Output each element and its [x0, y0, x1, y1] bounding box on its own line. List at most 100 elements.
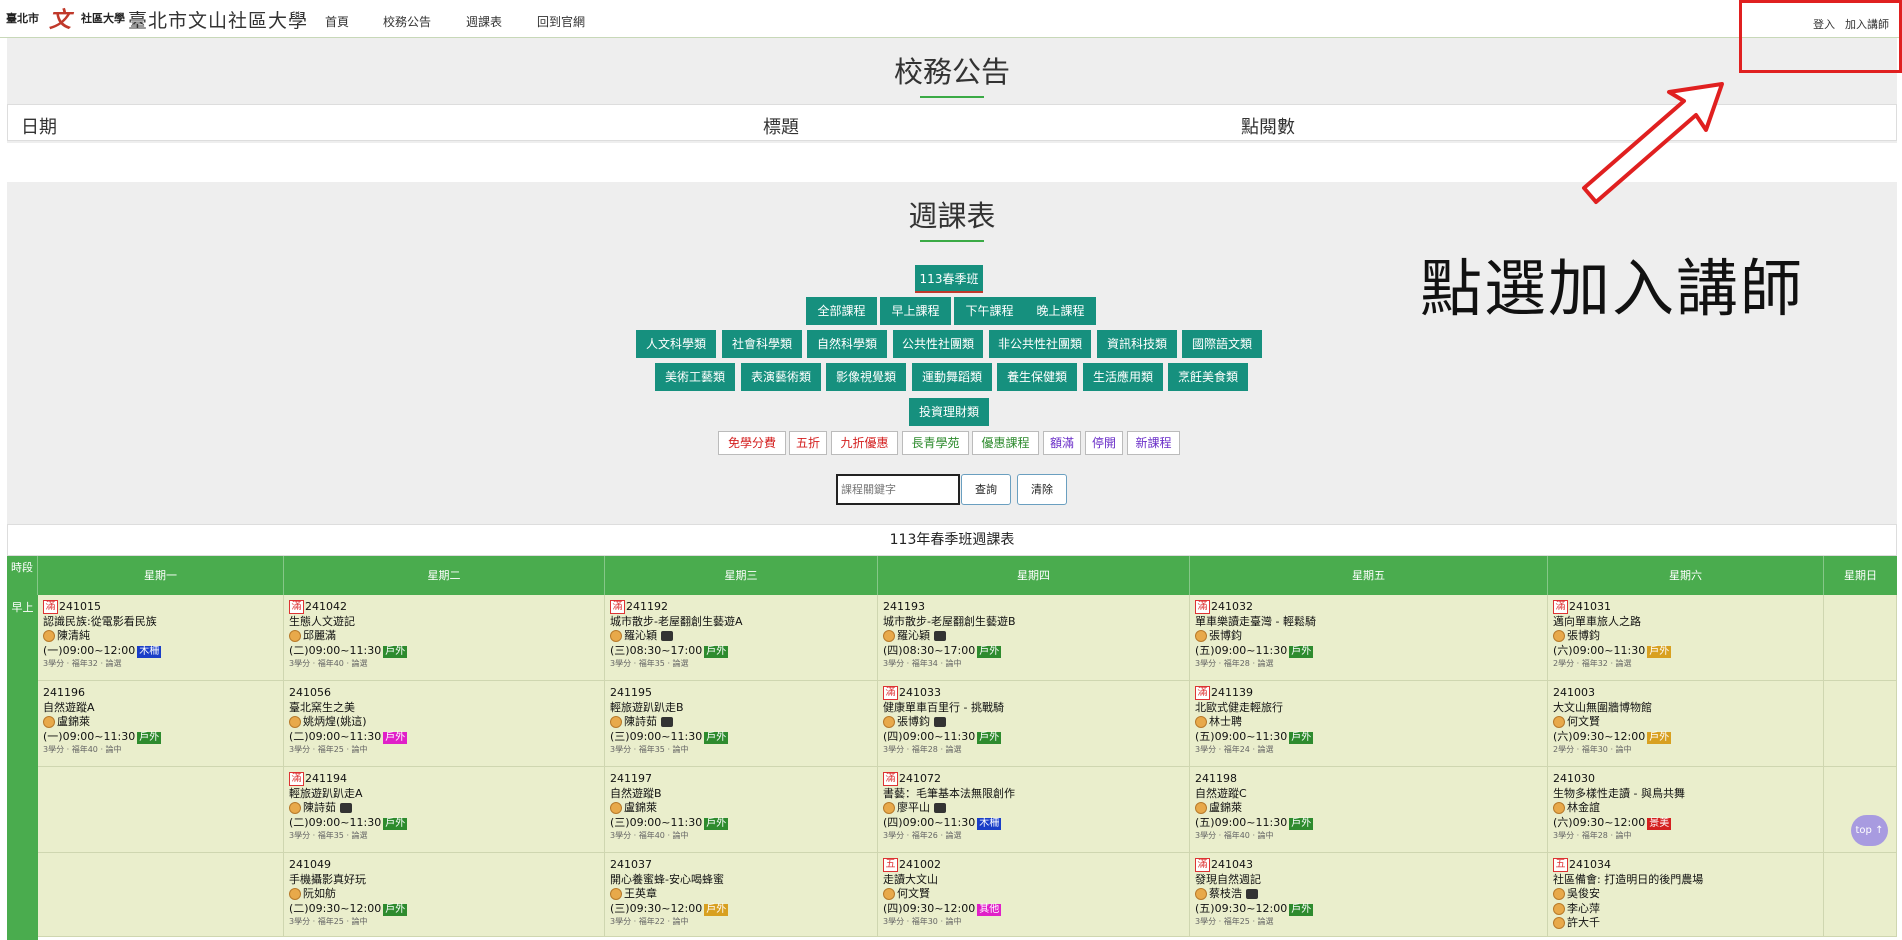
course-name[interactable]: 社區備會: 打造明日的後門農場	[1553, 873, 1823, 888]
nav-weekly-schedule[interactable]: 週課表	[466, 13, 502, 30]
course-name[interactable]: 書藝：毛筆基本法無限創作	[883, 787, 1189, 802]
course-name[interactable]: 大文山無圍牆博物館	[1553, 701, 1823, 716]
course-cell[interactable]: 241030 生物多樣性走讀 - 與鳥共舞 林金誼 (六)09:30~12:00 景美 3…	[1548, 767, 1824, 853]
tag-discount[interactable]: 優惠課程	[972, 431, 1039, 455]
location-badge: 戶外	[1647, 731, 1672, 744]
course-name[interactable]: 自然遊蹤A	[43, 701, 283, 716]
time-morning-button[interactable]: 早上課程	[880, 297, 951, 325]
season-button[interactable]: 113春季班	[915, 265, 983, 293]
course-cell[interactable]: 滿 241192 城市散步-老屋翻創生藝遊A 羅沁穎 (三)08:30~17:00 戶外 3…	[605, 595, 878, 681]
tag-senior[interactable]: 長青學苑	[902, 431, 969, 455]
course-cell[interactable]: 五 241002 走讀大文山 何文賢 (四)09:30~12:00 其他 3學分 · 福年3…	[878, 853, 1190, 937]
course-cell[interactable]: 五 241034 社區備會: 打造明日的後門農場 吳俊安 李心萍 許大千	[1548, 853, 1824, 937]
tag-free-credit[interactable]: 免學分費	[718, 431, 786, 455]
course-time: (六)09:30~12:00 景美	[1553, 816, 1823, 831]
course-name[interactable]: 生態人文遊記	[289, 615, 604, 630]
course-cell[interactable]: 滿 241139 北歐式健走輕旅行 林士聘 (五)09:00~11:30 戶外 3學分 · …	[1190, 681, 1548, 767]
video-icon	[340, 803, 352, 814]
time-all-button[interactable]: 全部課程	[806, 297, 877, 325]
course-name[interactable]: 認識民族:從電影看民族	[43, 615, 283, 630]
tag-half-price[interactable]: 五折	[789, 431, 827, 455]
course-cell[interactable]: 241196 自然遊蹤A 盧錦萊 (一)09:00~11:30 戶外 3學分 · 福年40…	[38, 681, 284, 767]
teacher-name: 張博鈞	[897, 715, 930, 728]
category-nonpublic-club[interactable]: 非公共性社團類	[989, 330, 1091, 358]
logo-mark-icon: 文	[48, 7, 71, 33]
course-time: (三)09:00~11:30 戶外	[610, 730, 877, 745]
course-cell[interactable]: 241197 自然遊蹤B 盧錦萊 (三)09:00~11:30 戶外 3學分 · 福年40…	[605, 767, 878, 853]
course-name[interactable]: 城市散步-老屋翻創生藝遊A	[610, 615, 877, 630]
course-cell[interactable]: 滿 241015 認識民族:從電影看民族 陳清純 (一)09:00~12:00 木柵 3學分…	[38, 595, 284, 681]
course-name[interactable]: 輕旅遊趴趴走A	[289, 787, 604, 802]
teacher-line: 阮如舫	[289, 887, 604, 902]
course-name[interactable]: 發現自然週記	[1195, 873, 1547, 888]
category-finance[interactable]: 投資理財類	[909, 398, 989, 426]
course-cell[interactable]: 滿 241031 邁向單車旅人之路 張博鈞 (六)09:00~11:30 戶外 2學分 · …	[1548, 595, 1824, 681]
course-meta: 3學分 · 福年35 · 論選	[289, 831, 368, 840]
category-sport-dance[interactable]: 運動舞蹈類	[912, 363, 992, 391]
nav-home[interactable]: 首頁	[325, 13, 349, 30]
search-input[interactable]	[836, 474, 960, 505]
course-name[interactable]: 開心養蜜蜂-安心喝蜂蜜	[610, 873, 877, 888]
clear-button[interactable]: 清除	[1017, 474, 1067, 505]
course-time: (五)09:00~11:30 戶外	[1195, 816, 1547, 831]
course-cell[interactable]: 滿 241072 書藝：毛筆基本法無限創作 廖平山 (四)09:00~11:30 木柵 3學…	[878, 767, 1190, 853]
back-to-top-button[interactable]: top ↑	[1851, 815, 1888, 846]
course-time: (三)09:30~12:00 戶外	[610, 902, 877, 917]
course-name[interactable]: 自然遊蹤C	[1195, 787, 1547, 802]
category-public-club[interactable]: 公共性社團類	[893, 330, 983, 358]
course-name[interactable]: 走讀大文山	[883, 873, 1189, 888]
status-mark-icon: 滿	[289, 600, 304, 615]
course-name[interactable]: 自然遊蹤B	[610, 787, 877, 802]
course-name[interactable]: 生物多樣性走讀 - 與鳥共舞	[1553, 787, 1823, 802]
course-name[interactable]: 北歐式健走輕旅行	[1195, 701, 1547, 716]
course-cell[interactable]: 滿 241194 輕旅遊趴趴走A 陳詩茹 (二)09:00~11:30 戶外 3學分 · 福…	[284, 767, 605, 853]
category-social-science[interactable]: 社會科學類	[722, 330, 802, 358]
course-cell[interactable]: 241049 手機攝影真好玩 阮如舫 (二)09:30~12:00 戶外 3學分 · 福年…	[284, 853, 605, 937]
course-cell[interactable]: 241003 大文山無圍牆博物館 何文賢 (六)09:30~12:00 戶外 2學分 · …	[1548, 681, 1824, 767]
category-language[interactable]: 國際語文類	[1182, 330, 1262, 358]
course-id-line: 滿 241072	[883, 772, 1189, 787]
course-cell[interactable]: 滿 241042 生態人文遊記 邱麗滿 (二)09:00~11:30 戶外 3學分 · 福年…	[284, 595, 605, 681]
course-cell[interactable]: 滿 241032 單車樂讀走臺灣 - 輕鬆騎 張博鈞 (五)09:00~11:30 戶外 3…	[1190, 595, 1548, 681]
category-natural-science[interactable]: 自然科學類	[807, 330, 887, 358]
course-name[interactable]: 手機攝影真好玩	[289, 873, 604, 888]
course-time-text: (四)09:30~12:00	[883, 901, 976, 915]
column-date: 日期	[21, 117, 57, 138]
tag-full[interactable]: 額滿	[1043, 431, 1081, 455]
tag-ten-percent-off[interactable]: 九折優惠	[831, 431, 898, 455]
time-afternoon-button[interactable]: 下午課程	[954, 297, 1025, 325]
category-life-skills[interactable]: 生活應用類	[1083, 363, 1163, 391]
tag-new-course[interactable]: 新課程	[1127, 431, 1180, 455]
category-health[interactable]: 養生保健類	[997, 363, 1077, 391]
course-cell[interactable]: 241056 臺北窯生之美 姚炳煌(姚這) (二)09:00~11:30 戶外 3學分 ·…	[284, 681, 605, 767]
course-cell[interactable]: 241193 城市散步-老屋翻創生藝遊B 羅沁穎 (四)08:30~17:00 戶外 3學…	[878, 595, 1190, 681]
course-name[interactable]: 臺北窯生之美	[289, 701, 604, 716]
course-cell[interactable]: 241198 自然遊蹤C 盧錦萊 (五)09:00~11:30 戶外 3學分 · 福年40…	[1190, 767, 1548, 853]
course-id: 241072	[899, 772, 941, 785]
category-cooking[interactable]: 烹飪美食類	[1168, 363, 1248, 391]
nav-announcements[interactable]: 校務公告	[383, 13, 431, 30]
category-art-craft[interactable]: 美術工藝類	[655, 363, 735, 391]
course-name[interactable]: 健康單車百里行 - 挑戰騎	[883, 701, 1189, 716]
nav-official-site[interactable]: 回到官網	[537, 13, 585, 30]
course-name[interactable]: 城市散步-老屋翻創生藝遊B	[883, 615, 1189, 630]
category-performing-arts[interactable]: 表演藝術類	[741, 363, 821, 391]
course-name[interactable]: 輕旅遊趴趴走B	[610, 701, 877, 716]
site-title[interactable]: 臺北市文山社區大學	[128, 6, 308, 33]
category-visual[interactable]: 影像視覺類	[826, 363, 906, 391]
teacher-name: 陳詩茹	[624, 715, 657, 728]
category-it[interactable]: 資訊科技類	[1097, 330, 1177, 358]
course-name[interactable]: 邁向單車旅人之路	[1553, 615, 1823, 630]
course-cell[interactable]: 滿 241033 健康單車百里行 - 挑戰騎 張博鈞 (四)09:00~11:30 戶外 3…	[878, 681, 1190, 767]
site-logo[interactable]: 臺北市 文 社區大學	[6, 4, 125, 33]
teacher-name: 張博鈞	[1567, 629, 1600, 642]
category-humanities[interactable]: 人文科學類	[636, 330, 716, 358]
search-button[interactable]: 查詢	[961, 474, 1011, 505]
course-cell[interactable]: 241195 輕旅遊趴趴走B 陳詩茹 (三)09:00~11:30 戶外 3學分 · 福年…	[605, 681, 878, 767]
time-evening-button[interactable]: 晚上課程	[1025, 297, 1096, 325]
course-name[interactable]: 單車樂讀走臺灣 - 輕鬆騎	[1195, 615, 1547, 630]
course-cell[interactable]: 滿 241043 發現自然週記 蔡枝浩 (五)09:30~12:00 戶外 3學分 · 福年…	[1190, 853, 1548, 937]
teacher-avatar-icon	[610, 888, 622, 901]
course-cell[interactable]: 241037 開心養蜜蜂-安心喝蜂蜜 王英章 (三)09:30~12:00 戶外 3學分 …	[605, 853, 878, 937]
tag-suspended[interactable]: 停開	[1085, 431, 1123, 455]
